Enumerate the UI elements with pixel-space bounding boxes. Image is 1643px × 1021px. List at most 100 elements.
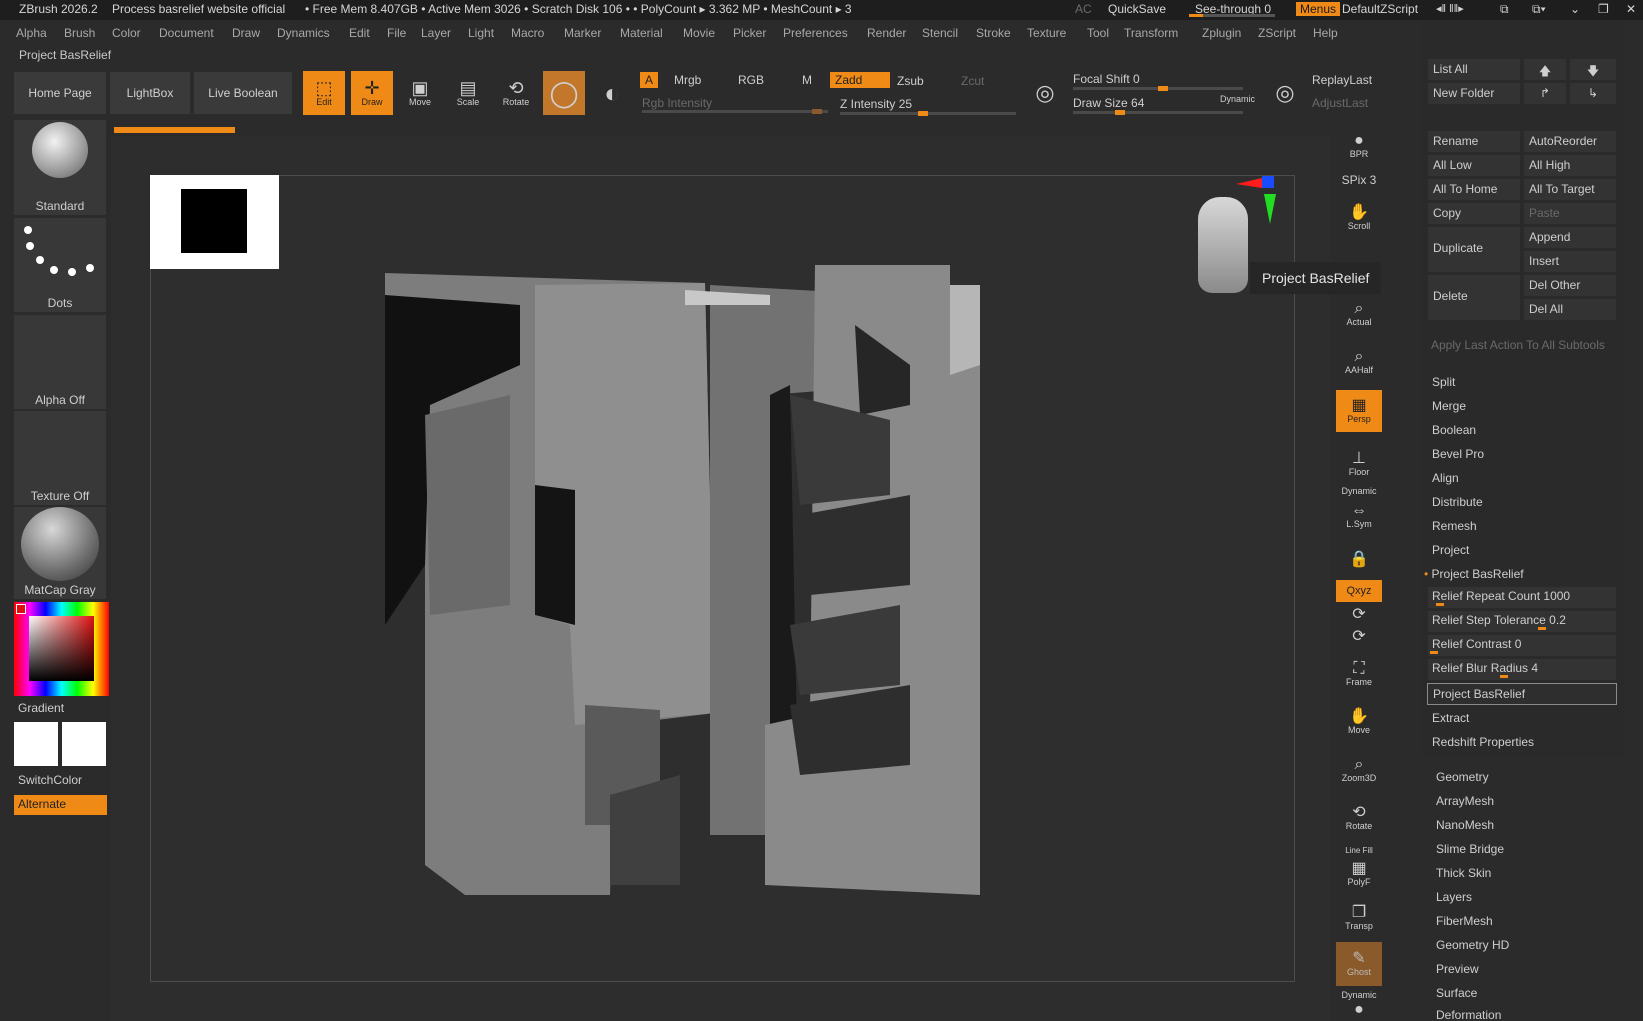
menu-brush[interactable]: Brush [64, 26, 95, 40]
menu-alpha[interactable]: Alpha [16, 26, 47, 40]
insert-button[interactable]: Insert [1524, 251, 1616, 272]
alpha-slot[interactable]: Alpha Off [14, 315, 106, 409]
relief-blur-radius-slider[interactable]: Relief Blur Radius 4 [1428, 659, 1616, 680]
menu-marker[interactable]: Marker [564, 26, 601, 40]
layout-icon[interactable]: ⧉▾ [1532, 2, 1546, 17]
see-through-track[interactable] [1189, 14, 1275, 17]
stairwell-model[interactable] [370, 265, 1030, 905]
zcut-toggle[interactable]: Zcut [961, 74, 984, 88]
spix-slider[interactable]: SPix 3 [1336, 168, 1382, 192]
menu-preferences[interactable]: Preferences [783, 26, 848, 40]
rotate-button[interactable]: ⟲ Rotate [495, 71, 537, 115]
apply-last-action-button[interactable]: Apply Last Action To All Subtools [1431, 338, 1605, 352]
menu-picker[interactable]: Picker [733, 26, 766, 40]
del-other-button[interactable]: Del Other [1524, 275, 1616, 296]
arrow-up-button[interactable]: 🡅 [1524, 59, 1566, 80]
scale-button[interactable]: ▤ Scale [447, 71, 489, 115]
backface-button[interactable]: ◎ [1265, 72, 1305, 114]
delete-button[interactable]: Delete [1428, 275, 1520, 320]
duplicate-button[interactable]: Duplicate [1428, 227, 1520, 272]
mrgb-toggle[interactable]: Mrgb [674, 73, 701, 87]
rgb-intensity-track[interactable] [642, 109, 828, 114]
menu-texture[interactable]: Texture [1027, 26, 1066, 40]
transp-button[interactable]: ❐ Transp [1336, 898, 1382, 938]
y-rotate-button[interactable]: ⟳ [1336, 604, 1382, 626]
menu-help[interactable]: Help [1313, 26, 1338, 40]
all-to-home-button[interactable]: All To Home [1428, 179, 1520, 200]
zsub-toggle[interactable]: Zsub [897, 74, 924, 88]
zadd-toggle[interactable]: Zadd [830, 72, 890, 88]
z-rotate-button[interactable]: ⟳ [1336, 626, 1382, 648]
layers-palette[interactable]: Layers [1436, 890, 1472, 904]
geometry-palette[interactable]: Geometry [1436, 770, 1489, 784]
switch-color-button[interactable]: SwitchColor [18, 773, 82, 787]
draw-size-slider[interactable]: Draw Size 64 [1073, 96, 1144, 110]
dynamic-size-toggle[interactable]: Dynamic [1220, 94, 1255, 104]
z-intensity-slider[interactable]: Z Intensity 25 [840, 97, 912, 111]
brush-slot[interactable]: Standard [14, 120, 106, 215]
thick-skin-palette[interactable]: Thick Skin [1436, 866, 1491, 880]
material-swatch[interactable]: ◯ [543, 71, 585, 115]
arrow-down-button[interactable]: 🡇 [1570, 59, 1616, 80]
lock-button[interactable]: 🔒 [1336, 540, 1382, 580]
redshift-properties-menu[interactable]: Redshift Properties [1432, 735, 1534, 749]
solo-button[interactable]: ● [1336, 1000, 1382, 1020]
project-menu[interactable]: Project [1432, 543, 1469, 557]
split-menu[interactable]: Split [1432, 375, 1455, 389]
rename-button[interactable]: Rename [1428, 131, 1520, 152]
stroke-slot[interactable]: Dots [14, 218, 106, 312]
menu-zplugin[interactable]: Zplugin [1202, 26, 1241, 40]
deformation-palette[interactable]: Deformation [1436, 1008, 1501, 1021]
new-folder-button[interactable]: New Folder [1428, 83, 1520, 104]
arraymesh-palette[interactable]: ArrayMesh [1436, 794, 1494, 808]
draw-size-track[interactable] [1073, 110, 1243, 115]
auto-reorder-button[interactable]: AutoReorder [1524, 131, 1616, 152]
a-toggle[interactable]: A [640, 72, 659, 88]
rotate-view-button[interactable]: ⟲ Rotate [1336, 798, 1382, 838]
rgb-intensity-slider[interactable]: Rgb Intensity [642, 96, 712, 110]
material-slot[interactable]: MatCap Gray [14, 507, 106, 599]
move-button[interactable]: ▣ Move [399, 71, 441, 115]
main-color-swatch[interactable] [14, 722, 58, 766]
preview-palette[interactable]: Preview [1436, 962, 1479, 976]
alternate-button[interactable]: Alternate [14, 795, 107, 815]
menu-macro[interactable]: Macro [511, 26, 544, 40]
move-view-button[interactable]: ✋ Move [1336, 702, 1382, 742]
menu-zscript[interactable]: ZScript [1258, 26, 1296, 40]
extract-menu[interactable]: Extract [1432, 711, 1469, 725]
zoom3d-button[interactable]: ⌕ Zoom3D [1336, 750, 1382, 790]
menu-draw[interactable]: Draw [232, 26, 260, 40]
restore-icon[interactable]: ❐ [1598, 2, 1609, 16]
menu-edit[interactable]: Edit [349, 26, 370, 40]
default-zscript[interactable]: DefaultZScript [1342, 2, 1418, 16]
menu-stencil[interactable]: Stencil [922, 26, 958, 40]
ghost-button[interactable]: ✎ Ghost [1336, 942, 1382, 986]
quicksave-button[interactable]: QuickSave [1108, 2, 1166, 16]
m-toggle[interactable]: M [802, 73, 812, 87]
menu-file[interactable]: File [387, 26, 406, 40]
floor-button[interactable]: ⊥ Floor [1336, 444, 1382, 484]
nanomesh-palette[interactable]: NanoMesh [1436, 818, 1494, 832]
close-icon[interactable]: ✕ [1626, 2, 1636, 16]
color-picker[interactable] [14, 602, 109, 696]
xyz-button[interactable]: Qxyz [1336, 580, 1382, 602]
axis-gizmo-icon[interactable] [1232, 172, 1292, 242]
project-basrelief-button[interactable]: Project BasRelief [1427, 683, 1617, 705]
minimize-icon[interactable]: ⌄ [1570, 2, 1580, 16]
project-basrelief-section[interactable]: • Project BasRelief [1424, 567, 1524, 581]
menu-render[interactable]: Render [867, 26, 906, 40]
focal-shift-track[interactable] [1073, 86, 1243, 91]
replay-last-button[interactable]: ReplayLast [1312, 73, 1372, 87]
z-intensity-track[interactable] [840, 111, 1016, 116]
bevel-pro-menu[interactable]: Bevel Pro [1432, 447, 1484, 461]
menu-layer[interactable]: Layer [421, 26, 451, 40]
all-high-button[interactable]: All High [1524, 155, 1616, 176]
color-square[interactable] [29, 616, 94, 681]
relief-contrast-slider[interactable]: Relief Contrast 0 [1428, 635, 1616, 656]
paste-button[interactable]: Paste [1524, 203, 1616, 224]
texture-slot[interactable]: Texture Off [14, 411, 106, 505]
relief-repeat-count-slider[interactable]: Relief Repeat Count 1000 [1428, 587, 1616, 608]
actual-button[interactable]: ⌕ Actual [1336, 294, 1382, 334]
focal-shift-slider[interactable]: Focal Shift 0 [1073, 72, 1140, 86]
rgb-toggle[interactable]: RGB [738, 73, 764, 87]
